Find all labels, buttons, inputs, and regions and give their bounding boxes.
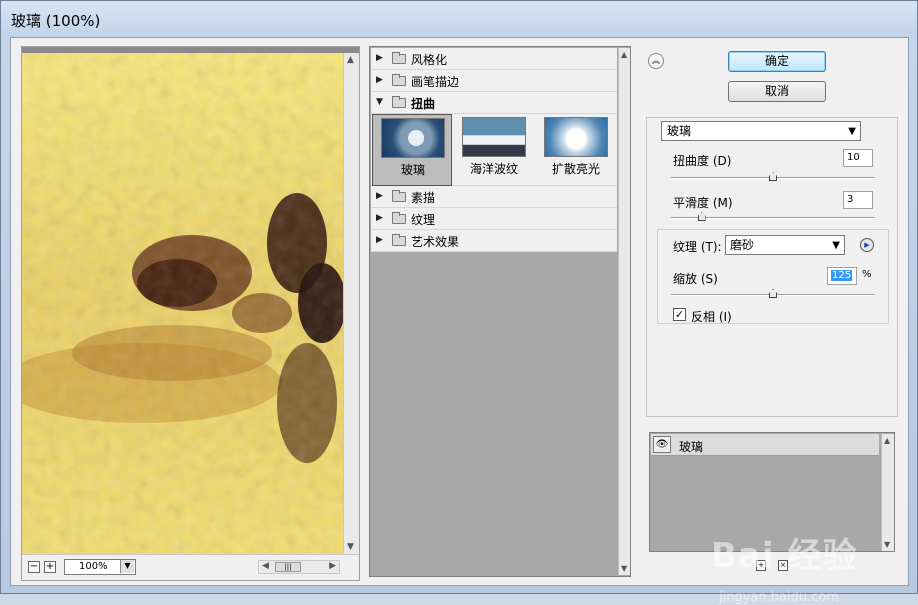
filter-settings-panel: 玻璃 ▼ 扭曲度 (D) 10 平滑度 (M) 3 纹理 (T): 磨砂 ▼ ▶…: [646, 117, 898, 417]
smoothness-label: 平滑度 (M): [673, 196, 733, 210]
glass-thumbnail: [381, 118, 445, 158]
preview-horizontal-scrollbar[interactable]: ◀ ||| ▶: [258, 560, 340, 574]
texture-menu-icon[interactable]: ▶: [860, 238, 874, 252]
smoothness-input[interactable]: 3: [843, 191, 873, 209]
scroll-up-icon[interactable]: ▲: [884, 436, 890, 445]
category-label: 艺术效果: [411, 235, 460, 249]
preview-toolbar: − + 100% ▼ ◀ ||| ▶: [22, 554, 359, 580]
filter-select[interactable]: 玻璃 ▼: [661, 121, 861, 141]
folder-icon: [392, 52, 406, 64]
glass-effect-preview: [22, 53, 343, 554]
expand-triangle-icon[interactable]: ▶: [376, 213, 383, 223]
distortion-label: 扭曲度 (D): [673, 154, 732, 168]
baidu-watermark: Bai 经验: [711, 536, 858, 576]
filter-thumb-diffuse-glow[interactable]: 扩散亮光: [536, 114, 616, 186]
scroll-thumb[interactable]: |||: [275, 562, 301, 572]
gallery-scrollbar[interactable]: ▲ ▼: [618, 48, 630, 575]
filter-category-list: ▶ 风格化 ▶ 画笔描边 ▼ 扭曲 玻璃 海洋波纹 扩散亮光 ▶ 素描 ▶ 纹理…: [371, 48, 617, 252]
dropdown-arrow-icon: ▼: [848, 126, 856, 137]
dialog-window: 玻璃 (100%) ▲ ▼ − + 100% ▼ ◀ ||| ▶ ▶ 风格化 ▶…: [0, 0, 918, 605]
filter-thumbnails: 玻璃 海洋波纹 扩散亮光: [371, 114, 617, 186]
thumb-label: 海洋波纹: [469, 162, 518, 176]
filter-gallery: ▶ 风格化 ▶ 画笔描边 ▼ 扭曲 玻璃 海洋波纹 扩散亮光 ▶ 素描 ▶ 纹理…: [369, 46, 631, 577]
slider-handle[interactable]: [769, 172, 777, 181]
collapse-triangle-icon[interactable]: ▼: [376, 97, 383, 107]
layers-scrollbar[interactable]: ▲ ▼: [881, 434, 894, 551]
open-folder-icon: [392, 96, 406, 108]
expand-triangle-icon[interactable]: ▶: [376, 191, 383, 201]
category-label: 风格化: [411, 53, 448, 67]
texture-label: 纹理 (T):: [673, 240, 722, 254]
category-stylize[interactable]: ▶ 风格化: [371, 48, 617, 70]
distortion-slider[interactable]: [671, 172, 875, 182]
texture-select-value: 磨砂: [730, 238, 755, 252]
folder-icon: [392, 212, 406, 224]
slider-handle[interactable]: [769, 289, 777, 298]
category-artistic[interactable]: ▶ 艺术效果: [371, 230, 617, 252]
filter-select-value: 玻璃: [667, 124, 692, 138]
dialog-client: ▲ ▼ − + 100% ▼ ◀ ||| ▶ ▶ 风格化 ▶ 画笔描边 ▼ 扭曲…: [10, 37, 909, 605]
eye-icon[interactable]: 👁: [653, 436, 671, 453]
scroll-right-icon[interactable]: ▶: [329, 561, 336, 571]
scroll-down-icon[interactable]: ▼: [884, 540, 890, 549]
scaling-unit: %: [862, 269, 872, 280]
expand-triangle-icon[interactable]: ▶: [376, 235, 383, 245]
cancel-button[interactable]: 取消: [728, 81, 826, 102]
scroll-down-icon[interactable]: ▼: [347, 542, 354, 552]
texture-select[interactable]: 磨砂 ▼: [725, 235, 845, 255]
window-title: 玻璃 (100%): [11, 12, 101, 30]
invert-label: 反相 (I): [691, 310, 732, 324]
dropdown-arrow-icon: ▼: [832, 240, 840, 251]
category-texture[interactable]: ▶ 纹理: [371, 208, 617, 230]
filter-thumb-glass[interactable]: 玻璃: [372, 114, 452, 186]
scroll-up-icon[interactable]: ▲: [621, 50, 627, 59]
expand-triangle-icon[interactable]: ▶: [376, 75, 383, 85]
distortion-input[interactable]: 10: [843, 149, 873, 167]
folder-icon: [392, 74, 406, 86]
expand-triangle-icon[interactable]: ▶: [376, 53, 383, 63]
smoothness-value: 3: [847, 194, 854, 205]
preview-panel: ▲ ▼ − + 100% ▼ ◀ ||| ▶: [21, 46, 360, 581]
diffuse-glow-thumbnail: [544, 117, 608, 157]
scaling-input[interactable]: 125: [827, 267, 857, 285]
slider-handle[interactable]: [697, 212, 706, 221]
scroll-down-icon[interactable]: ▼: [621, 564, 627, 573]
category-label: 素描: [411, 191, 436, 205]
category-sketch[interactable]: ▶ 素描: [371, 186, 617, 208]
category-label: 纹理: [411, 213, 436, 227]
invert-checkbox[interactable]: ✓: [673, 308, 686, 321]
ok-button[interactable]: 确定: [728, 51, 826, 72]
folder-icon: [392, 190, 406, 202]
zoom-dropdown-icon[interactable]: ▼: [120, 560, 134, 573]
scaling-label: 缩放 (S): [673, 272, 718, 286]
thumb-label: 扩散亮光: [551, 162, 600, 176]
effect-layer-row[interactable]: 👁 玻璃: [651, 434, 879, 456]
zoom-level-value: 100%: [79, 561, 108, 572]
scroll-left-icon[interactable]: ◀: [262, 561, 269, 571]
smoothness-slider[interactable]: [671, 212, 875, 222]
folder-icon: [392, 234, 406, 246]
scaling-slider[interactable]: [671, 289, 875, 299]
preview-image[interactable]: [22, 53, 343, 554]
scroll-up-icon[interactable]: ▲: [347, 55, 354, 65]
category-label: 扭曲: [411, 97, 436, 111]
title-bar: 玻璃 (100%): [1, 1, 917, 37]
filter-thumb-ocean-ripple[interactable]: 海洋波纹: [454, 114, 534, 186]
zoom-out-button[interactable]: −: [28, 561, 40, 573]
category-brush-strokes[interactable]: ▶ 画笔描边: [371, 70, 617, 92]
preview-vertical-scrollbar[interactable]: ▲ ▼: [343, 53, 359, 554]
category-distort[interactable]: ▼ 扭曲: [371, 92, 617, 114]
layer-name: 玻璃: [679, 440, 704, 454]
distortion-value: 10: [847, 152, 860, 163]
ocean-ripple-thumbnail: [462, 117, 526, 157]
zoom-in-button[interactable]: +: [44, 561, 56, 573]
thumb-label: 玻璃: [400, 163, 425, 177]
collapse-gallery-icon[interactable]: ︽: [648, 53, 664, 69]
category-label: 画笔描边: [411, 75, 460, 89]
scaling-value: 125: [831, 270, 853, 281]
baidu-watermark-url: jingyan.baidu.com: [719, 590, 839, 605]
checkmark-icon: ✓: [674, 308, 685, 321]
